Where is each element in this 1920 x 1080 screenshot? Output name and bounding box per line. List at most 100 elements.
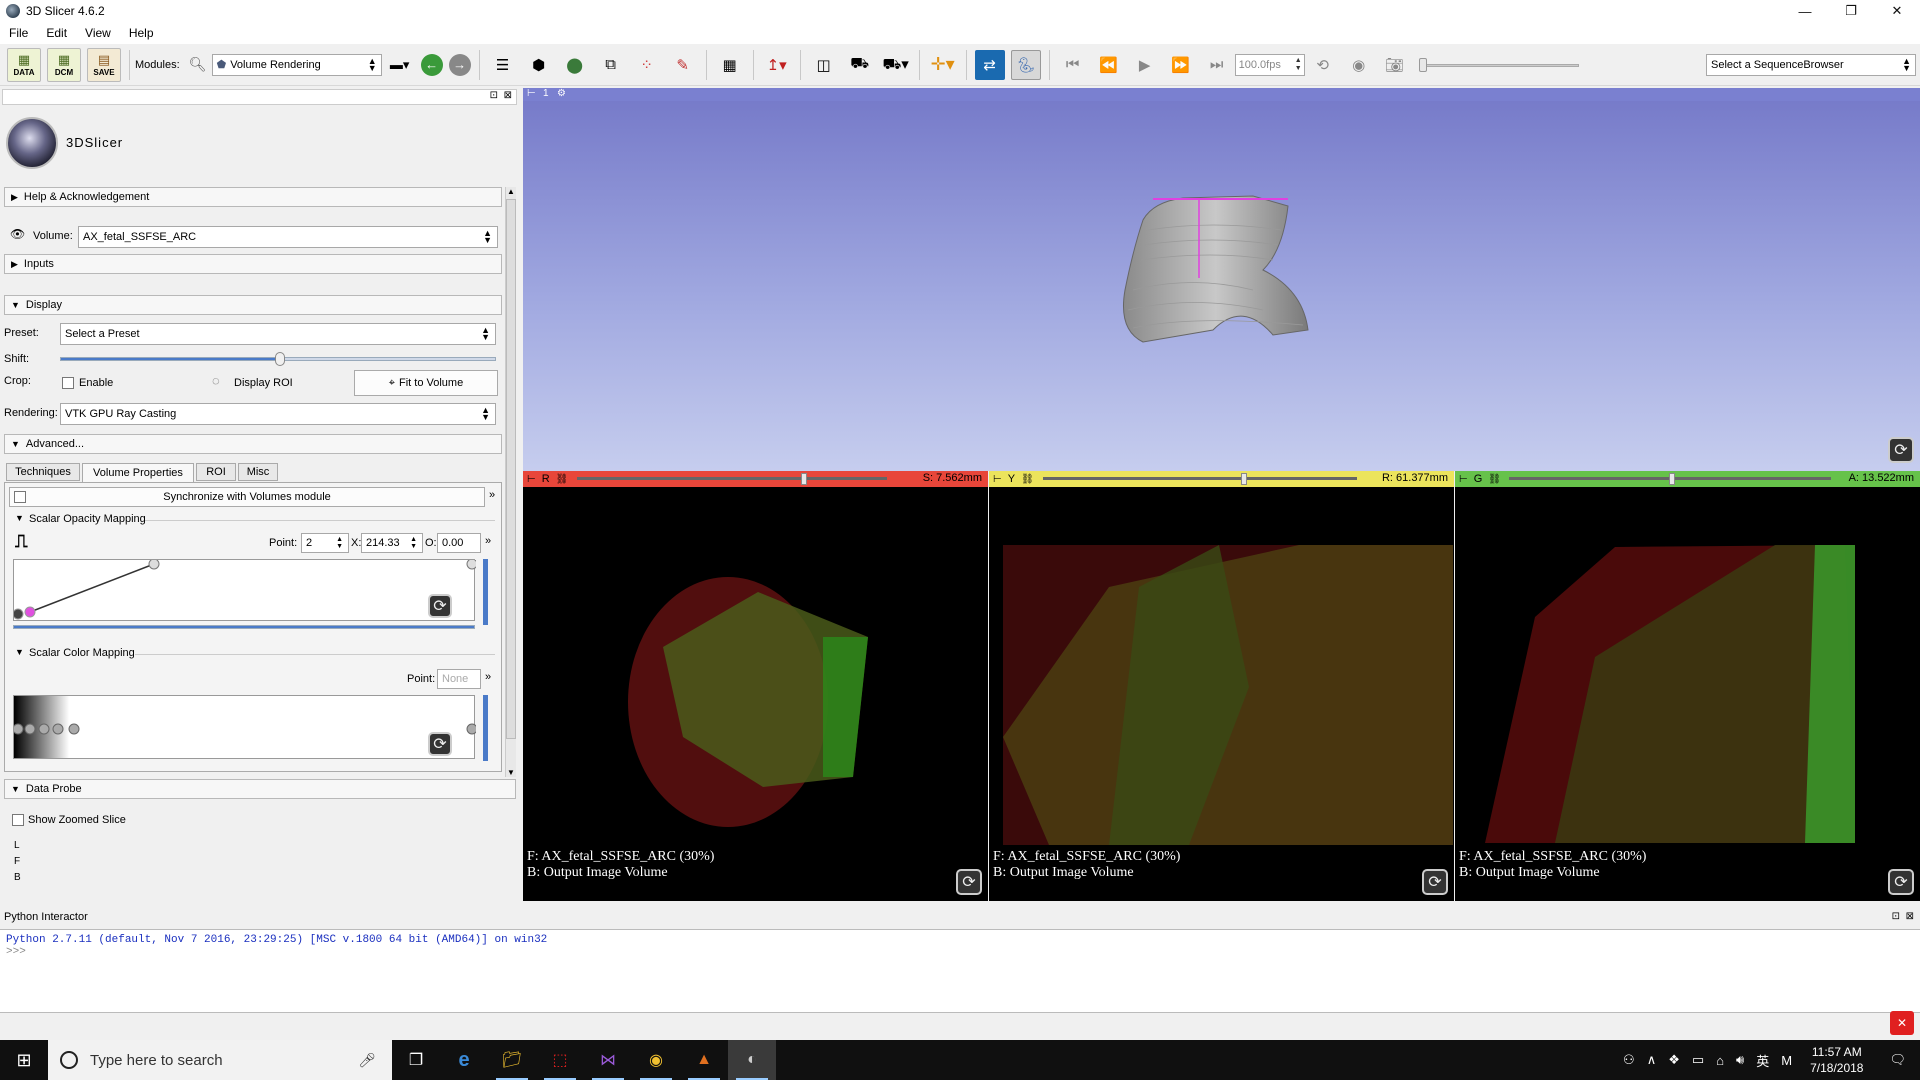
- screenshot-icon[interactable]: ◫: [809, 50, 839, 80]
- maximize-button[interactable]: ❐: [1828, 0, 1874, 22]
- display-icon[interactable]: ▭: [1686, 1052, 1710, 1068]
- opacity-vertical-slider[interactable]: [483, 559, 488, 625]
- help-section[interactable]: ▶ Help & Acknowledgement: [4, 187, 502, 207]
- opacity-collapse-icon[interactable]: ▼: [15, 513, 24, 523]
- green-slice-view[interactable]: ⊢ G ⛓︎ A: 13.522mm F: AX_fetal_SSFSE_ARC…: [1455, 471, 1920, 901]
- panel-close-icon[interactable]: ⊠: [504, 90, 512, 101]
- dropbox-icon[interactable]: ❖: [1662, 1052, 1686, 1068]
- acrobat-icon[interactable]: ⬚: [536, 1040, 584, 1080]
- sequence-play-icon[interactable]: ▶: [1130, 50, 1160, 80]
- yellow-slice-view[interactable]: ⊢ Y ⛓︎ R: 61.377mm F: AX_fetal_SSFSE_ARC…: [989, 471, 1454, 901]
- ime-indicator[interactable]: 英: [1750, 1051, 1775, 1070]
- color-function-graph[interactable]: ⟳: [13, 695, 476, 759]
- ime-mode-indicator[interactable]: M: [1775, 1053, 1798, 1068]
- inputs-section[interactable]: ▶ Inputs: [4, 254, 502, 274]
- tab-volume-properties[interactable]: Volume Properties: [82, 463, 194, 482]
- show-zoomed-checkbox[interactable]: [12, 814, 24, 826]
- tray-chevron-icon[interactable]: ∧: [1641, 1052, 1663, 1068]
- enable-crop-checkbox[interactable]: [62, 377, 74, 389]
- sync-button[interactable]: Synchronize with Volumes module: [9, 487, 485, 507]
- notifications-icon[interactable]: 🗨︎: [1875, 1052, 1920, 1068]
- green-pin-icon[interactable]: ⊢: [1459, 474, 1468, 485]
- volume-cube-icon[interactable]: ⬢: [524, 50, 554, 80]
- load-dicom-button[interactable]: ▦ DCM: [47, 47, 81, 82]
- panel-scrollbar[interactable]: ▲ ▼: [505, 187, 516, 777]
- transforms-icon[interactable]: ⧉: [596, 50, 626, 80]
- menu-edit[interactable]: Edit: [37, 26, 76, 40]
- fps-spinbox[interactable]: 100.0fps ▲ ▼: [1234, 53, 1305, 76]
- 3d-view-reset-icon[interactable]: ⟳: [1888, 437, 1914, 463]
- network-icon[interactable]: ⌂: [1710, 1053, 1730, 1068]
- yellow-pin-icon[interactable]: ⊢: [993, 474, 1002, 485]
- color-point-spinbox[interactable]: None: [437, 669, 481, 689]
- yellow-link-icon[interactable]: ⛓︎: [1021, 474, 1034, 485]
- yellow-slice-reset-icon[interactable]: ⟳: [1422, 869, 1448, 895]
- x-spinbox[interactable]: 214.33 ▲ ▼: [361, 533, 423, 553]
- minimize-button[interactable]: —: [1782, 0, 1828, 22]
- sequence-slider[interactable]: [1418, 55, 1579, 75]
- loop-icon[interactable]: ⟲: [1308, 50, 1338, 80]
- matlab-icon[interactable]: ▲: [680, 1040, 728, 1080]
- sequence-prev-icon[interactable]: ⏪: [1094, 50, 1124, 80]
- python-undock-icon[interactable]: ⊡: [1892, 911, 1900, 922]
- opacity-function-graph[interactable]: ⟳: [13, 559, 476, 621]
- green-link-icon[interactable]: ⛓︎: [1488, 474, 1501, 485]
- close-button[interactable]: ✕: [1874, 0, 1920, 22]
- task-view-icon[interactable]: ❐: [392, 1040, 440, 1080]
- record-icon[interactable]: ◉: [1344, 50, 1374, 80]
- color-collapse-icon[interactable]: ▼: [15, 647, 24, 657]
- markups-icon[interactable]: ⁘: [632, 50, 662, 80]
- sync-expand-icon[interactable]: »: [489, 489, 495, 501]
- python-icon[interactable]: 🐍︎: [1010, 49, 1041, 80]
- step-function-icon[interactable]: ⎍: [15, 531, 28, 552]
- layout-list-icon[interactable]: ☰: [488, 50, 518, 80]
- red-slice-slider[interactable]: [801, 473, 807, 485]
- windows-start-icon[interactable]: ⊞: [0, 1040, 48, 1080]
- rendering-selector[interactable]: VTK GPU Ray Casting ▲ ▼: [60, 403, 496, 425]
- red-slice-reset-icon[interactable]: ⟳: [956, 869, 982, 895]
- color-refresh-icon[interactable]: ⟳: [428, 732, 452, 756]
- microphone-icon[interactable]: 🎤︎: [358, 1052, 376, 1069]
- sequence-last-icon[interactable]: ⏭: [1202, 50, 1232, 80]
- advanced-section[interactable]: ▼ Advanced...: [4, 434, 502, 454]
- sequence-first-icon[interactable]: ⏮: [1058, 50, 1088, 80]
- extension-manager-icon[interactable]: ⇄: [974, 49, 1005, 80]
- scene-view-icon[interactable]: ⛟: [845, 50, 875, 80]
- red-pin-icon[interactable]: ⊢: [527, 474, 536, 485]
- color-expand-icon[interactable]: »: [485, 671, 491, 683]
- 3d-view-settings-icon[interactable]: ⚙: [557, 88, 566, 99]
- chrome-icon[interactable]: ◉: [632, 1040, 680, 1080]
- python-close-icon[interactable]: ⊠: [1906, 911, 1914, 922]
- visual-studio-icon[interactable]: ⋈: [584, 1040, 632, 1080]
- back-arrow-icon[interactable]: ←: [420, 53, 443, 76]
- eye-icon[interactable]: 👁︎: [10, 227, 25, 241]
- mouse-mode-icon[interactable]: ↥▾: [762, 50, 792, 80]
- eye-closed-icon[interactable]: ◌: [212, 373, 220, 388]
- camera-icon[interactable]: 📷︎: [1380, 50, 1410, 80]
- fit-to-volume-button[interactable]: ⌖ Fit to Volume: [354, 370, 498, 396]
- 3d-view[interactable]: ⊢ 1 ⚙ ⟳: [523, 88, 1920, 471]
- forward-arrow-icon[interactable]: →: [448, 53, 471, 76]
- taskbar-clock[interactable]: 11:57 AM 7/18/2018: [1798, 1044, 1875, 1076]
- crosshair-icon[interactable]: ✛▾: [928, 50, 958, 80]
- save-button[interactable]: ▤ SAVE: [87, 47, 121, 82]
- tab-roi[interactable]: ROI: [196, 463, 236, 481]
- scene-view-menu-icon[interactable]: ⛟▾: [881, 50, 911, 80]
- color-vertical-slider[interactable]: [483, 695, 488, 761]
- module-history-icon[interactable]: ▬▾: [385, 50, 415, 80]
- sequence-browser-selector[interactable]: Select a SequenceBrowser ▲ ▼: [1706, 54, 1916, 76]
- models-icon[interactable]: ⬤: [560, 50, 590, 80]
- opacity-range-slider[interactable]: [13, 625, 475, 629]
- load-data-button[interactable]: ▦ DATA: [7, 47, 41, 82]
- green-slice-slider[interactable]: [1669, 473, 1675, 485]
- data-probe-section[interactable]: ▼ Data Probe: [4, 779, 516, 799]
- opacity-expand-icon[interactable]: »: [485, 535, 491, 547]
- shift-slider[interactable]: [60, 352, 496, 366]
- module-selector[interactable]: ⬟ Volume Rendering ▲ ▼: [211, 53, 382, 76]
- red-link-icon[interactable]: ⛓︎: [556, 474, 569, 485]
- yellow-slice-slider[interactable]: [1241, 473, 1247, 485]
- point-spinbox[interactable]: 2 ▲ ▼: [301, 533, 349, 553]
- search-icon[interactable]: 🔍︎: [187, 50, 209, 80]
- slicer-taskbar-icon[interactable]: ◐: [728, 1040, 776, 1080]
- file-explorer-icon[interactable]: 📁︎: [488, 1040, 536, 1080]
